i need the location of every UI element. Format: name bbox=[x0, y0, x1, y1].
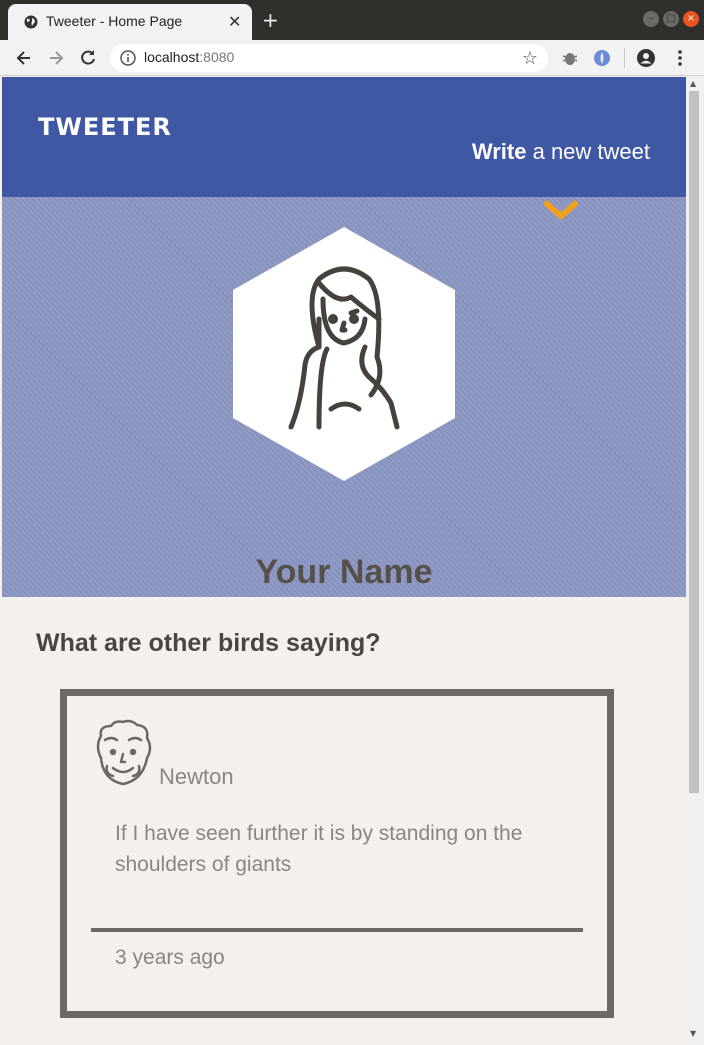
close-icon[interactable]: ✕ bbox=[228, 12, 241, 31]
url-text: localhost:8080 bbox=[144, 49, 235, 65]
minimize-button[interactable]: – bbox=[643, 11, 659, 27]
avatar-hexagon bbox=[233, 227, 455, 481]
back-icon[interactable] bbox=[14, 48, 34, 68]
address-bar[interactable]: localhost:8080 ☆ bbox=[110, 44, 548, 72]
tweet-content: If I have seen further it is by standing… bbox=[115, 822, 523, 876]
scrollbar-thumb[interactable] bbox=[689, 91, 699, 793]
window-close-button[interactable]: × bbox=[683, 11, 699, 27]
tab-title: Tweeter - Home Page bbox=[46, 13, 183, 29]
tweet-divider bbox=[91, 928, 583, 932]
profile-hero: Your Name bbox=[2, 197, 686, 597]
scroll-down-arrow[interactable]: ▼ bbox=[690, 1029, 696, 1038]
page-viewport: TWEETER Write a new tweet Your Name What… bbox=[2, 77, 686, 1045]
tweet-card: Newton If I have seen further it is by s… bbox=[60, 689, 614, 1018]
feed-heading: What are other birds saying? bbox=[36, 629, 381, 657]
toolbar-divider bbox=[624, 48, 625, 68]
chevron-down-icon[interactable] bbox=[544, 199, 578, 221]
forward-icon[interactable] bbox=[46, 48, 66, 68]
brand-logo[interactable]: TWEETER bbox=[38, 113, 172, 141]
menu-icon[interactable] bbox=[670, 48, 690, 68]
maximize-button[interactable]: □ bbox=[663, 11, 679, 27]
newton-avatar-icon bbox=[96, 719, 152, 786]
new-tab-button[interactable]: + bbox=[262, 8, 279, 32]
reload-icon[interactable] bbox=[78, 48, 98, 68]
globe-icon bbox=[24, 15, 38, 29]
browser-tab-strip: Tweeter - Home Page ✕ + – □ × bbox=[0, 0, 704, 40]
scroll-up-arrow[interactable]: ▲ bbox=[690, 79, 696, 88]
tweet-username[interactable]: Newton bbox=[159, 764, 234, 790]
site-header: TWEETER Write a new tweet bbox=[2, 77, 686, 197]
profile-name: Your Name bbox=[255, 553, 433, 591]
browser-toolbar: localhost:8080 ☆ bbox=[0, 40, 704, 76]
compose-toggle[interactable]: Write a new tweet bbox=[472, 139, 650, 165]
vertical-scrollbar[interactable]: ▲ ▼ bbox=[686, 77, 704, 1045]
browser-tab[interactable]: Tweeter - Home Page ✕ bbox=[8, 4, 252, 40]
account-icon[interactable] bbox=[636, 48, 656, 68]
bug-extension-icon[interactable] bbox=[560, 48, 580, 68]
star-icon[interactable]: ☆ bbox=[522, 48, 538, 69]
info-icon[interactable] bbox=[120, 50, 136, 66]
shield-extension-icon[interactable] bbox=[592, 48, 612, 68]
tweet-timestamp: 3 years ago bbox=[115, 946, 225, 969]
